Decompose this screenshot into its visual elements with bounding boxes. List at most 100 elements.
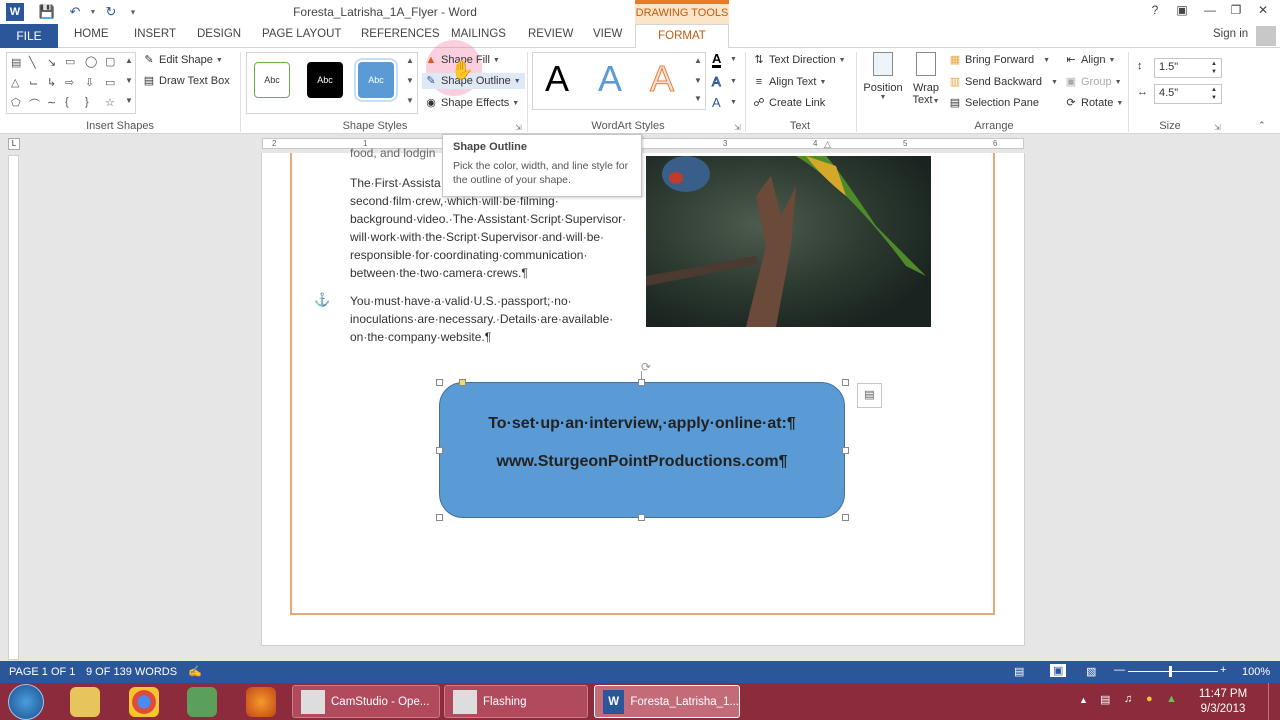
resize-handle-e[interactable]	[842, 447, 849, 454]
web-layout-icon[interactable]: ▧	[1086, 665, 1096, 678]
align-button[interactable]: ⇤ Align ▼	[1064, 54, 1115, 66]
position-button[interactable]: Position ▼	[863, 52, 903, 101]
arrow-shape-icon[interactable]: ↘	[47, 56, 56, 69]
down-arrow-shape-icon[interactable]: ⇩	[85, 76, 94, 89]
height-spinner-icon[interactable]: ▲ ▼	[1211, 60, 1217, 76]
resize-handle-w[interactable]	[436, 447, 443, 454]
create-link-button[interactable]: ☍ Create Link	[752, 97, 825, 109]
shape-style-outline-green[interactable]: Abc	[254, 62, 290, 98]
clock[interactable]: 11:47 PM 9/3/2013	[1192, 687, 1254, 717]
resize-handle-se[interactable]	[842, 514, 849, 521]
text-fill-icon[interactable]: A	[712, 52, 722, 68]
help-icon[interactable]: ?	[1144, 3, 1166, 21]
line-shape-icon[interactable]: ╲	[29, 56, 36, 69]
close-button[interactable]: ✕	[1252, 3, 1274, 21]
drive-icon[interactable]: ▲	[1166, 693, 1177, 705]
shape-style-blue[interactable]: Abc	[354, 58, 398, 102]
text-effects-icon[interactable]: A	[712, 95, 721, 110]
taskbar-word[interactable]: W Foresta_Latrisha_1...	[594, 685, 740, 718]
tab-design[interactable]: DESIGN	[197, 28, 241, 40]
star-shape-icon[interactable]: ☆	[105, 96, 115, 109]
shape-style-black[interactable]: Abc	[307, 62, 343, 98]
tab-insert[interactable]: INSERT	[134, 28, 176, 40]
bring-forward-button[interactable]: ▦ Bring Forward ▼	[948, 54, 1050, 66]
width-spinner-icon[interactable]: ▲ ▼	[1211, 86, 1217, 102]
wordart-down-icon[interactable]: ▼	[694, 76, 702, 85]
edit-shape-button[interactable]: ✎ Edit Shape ▼	[142, 54, 222, 66]
elbow-arrow-icon[interactable]: ↳	[47, 76, 56, 89]
zoom-in-icon[interactable]: +	[1220, 664, 1226, 676]
show-desktop-button[interactable]	[1268, 683, 1280, 720]
chevron-down-icon[interactable]: ▼	[730, 78, 737, 85]
wordart-style-orange[interactable]: A	[649, 58, 674, 100]
tab-selector-icon[interactable]: L	[8, 138, 20, 150]
wordart-style-black[interactable]: A	[545, 58, 569, 100]
zoom-slider-track[interactable]	[1128, 671, 1218, 672]
right-arrow-shape-icon[interactable]: ⇨	[65, 76, 74, 89]
pentagon-shape-icon[interactable]: ⬠	[11, 96, 21, 109]
shape-effects-button[interactable]: ◉ Shape Effects ▼	[424, 97, 519, 109]
triangle-shape-icon[interactable]: △	[11, 76, 19, 89]
sign-in-link[interactable]: Sign in	[1213, 28, 1248, 40]
resize-handle-nw[interactable]	[436, 379, 443, 386]
style-gallery-more-icon[interactable]: ▼	[406, 96, 414, 105]
selection-pane-button[interactable]: ▤ Selection Pane	[948, 97, 1039, 109]
tray-app-icon[interactable]: ●	[1146, 693, 1153, 705]
wordart-up-icon[interactable]: ▲	[694, 56, 702, 65]
layout-options-icon[interactable]: ▤	[857, 383, 882, 408]
firefox-icon[interactable]	[246, 687, 276, 717]
tab-mailings[interactable]: MAILINGS	[451, 28, 506, 40]
maximize-button[interactable]: ❐	[1225, 3, 1247, 21]
text-direction-button[interactable]: ⇅ Text Direction ▼	[752, 54, 845, 66]
send-backward-button[interactable]: ▥ Send Backward ▼	[948, 76, 1058, 88]
file-explorer-icon[interactable]	[70, 687, 100, 717]
resize-handle-ne[interactable]	[842, 379, 849, 386]
curve-shape-icon[interactable]: ⌒	[29, 96, 40, 112]
taskbar-flashing[interactable]: Flashing	[444, 685, 588, 718]
dialog-launcher-icon[interactable]: ⇲	[734, 123, 741, 132]
selected-rounded-shape[interactable]: To·set·up·an·interview,·apply·online·at:…	[439, 382, 845, 518]
rotate-handle-icon[interactable]: ⟳	[641, 360, 651, 374]
tab-references[interactable]: REFERENCES	[361, 28, 440, 40]
dialog-launcher-icon[interactable]: ⇲	[515, 123, 522, 132]
elbow-connector-icon[interactable]: ⌙	[29, 76, 38, 89]
chrome-icon[interactable]	[129, 687, 159, 717]
rectangle-shape-icon[interactable]: ▭	[65, 55, 75, 68]
tab-page-layout[interactable]: PAGE LAYOUT	[262, 28, 341, 40]
chevron-down-icon[interactable]: ▼	[730, 56, 737, 63]
oval-shape-icon[interactable]: ◯	[85, 55, 97, 68]
brace-shape-icon[interactable]: }	[85, 96, 89, 108]
word-count[interactable]: 9 OF 139 WORDS	[86, 666, 177, 678]
avatar[interactable]	[1256, 26, 1276, 46]
dialog-launcher-icon[interactable]: ⇲	[1214, 123, 1221, 132]
draw-text-box-button[interactable]: ▤ Draw Text Box	[142, 75, 230, 87]
show-hidden-icons-icon[interactable]: ▲	[1079, 695, 1088, 705]
wrap-text-button[interactable]: Wrap Text▼	[908, 52, 944, 106]
tab-view[interactable]: VIEW	[593, 28, 622, 40]
minimize-button[interactable]: —	[1199, 3, 1221, 21]
shape-text-line-2[interactable]: www.SturgeonPointProductions.com¶	[440, 453, 844, 471]
bracket-shape-icon[interactable]: {	[65, 96, 69, 108]
shape-text-line-1[interactable]: To·set·up·an·interview,·apply·online·at:…	[440, 415, 844, 433]
gallery-down-icon[interactable]: ▼	[125, 76, 133, 85]
gallery-up-icon[interactable]: ▲	[125, 56, 133, 65]
zoom-out-icon[interactable]: —	[1114, 664, 1125, 676]
zoom-level[interactable]: 100%	[1242, 666, 1270, 678]
flowchart-shape-icon[interactable]: ▭	[105, 76, 115, 89]
gallery-more-icon[interactable]: ▼	[125, 96, 133, 105]
wordart-more-icon[interactable]: ▼	[694, 94, 702, 103]
tab-file[interactable]: FILE	[0, 24, 58, 48]
network-icon[interactable]: ▤	[1100, 693, 1110, 706]
style-gallery-up-icon[interactable]: ▲	[406, 56, 414, 65]
parrot-photo[interactable]	[646, 156, 931, 327]
start-button[interactable]	[8, 684, 44, 720]
read-mode-icon[interactable]: ▤	[1014, 665, 1024, 678]
align-text-button[interactable]: ≡ Align Text ▼	[752, 76, 827, 88]
freeform-shape-icon[interactable]: ∼	[47, 96, 56, 109]
adjust-handle[interactable]	[459, 379, 466, 386]
rounded-rect-shape-icon[interactable]: ▢	[105, 55, 115, 68]
text-outline-icon[interactable]: A	[712, 74, 722, 90]
page-count[interactable]: PAGE 1 OF 1	[9, 666, 75, 678]
resize-handle-s[interactable]	[638, 514, 645, 521]
group-button[interactable]: ▣ Group ▼	[1064, 76, 1122, 88]
